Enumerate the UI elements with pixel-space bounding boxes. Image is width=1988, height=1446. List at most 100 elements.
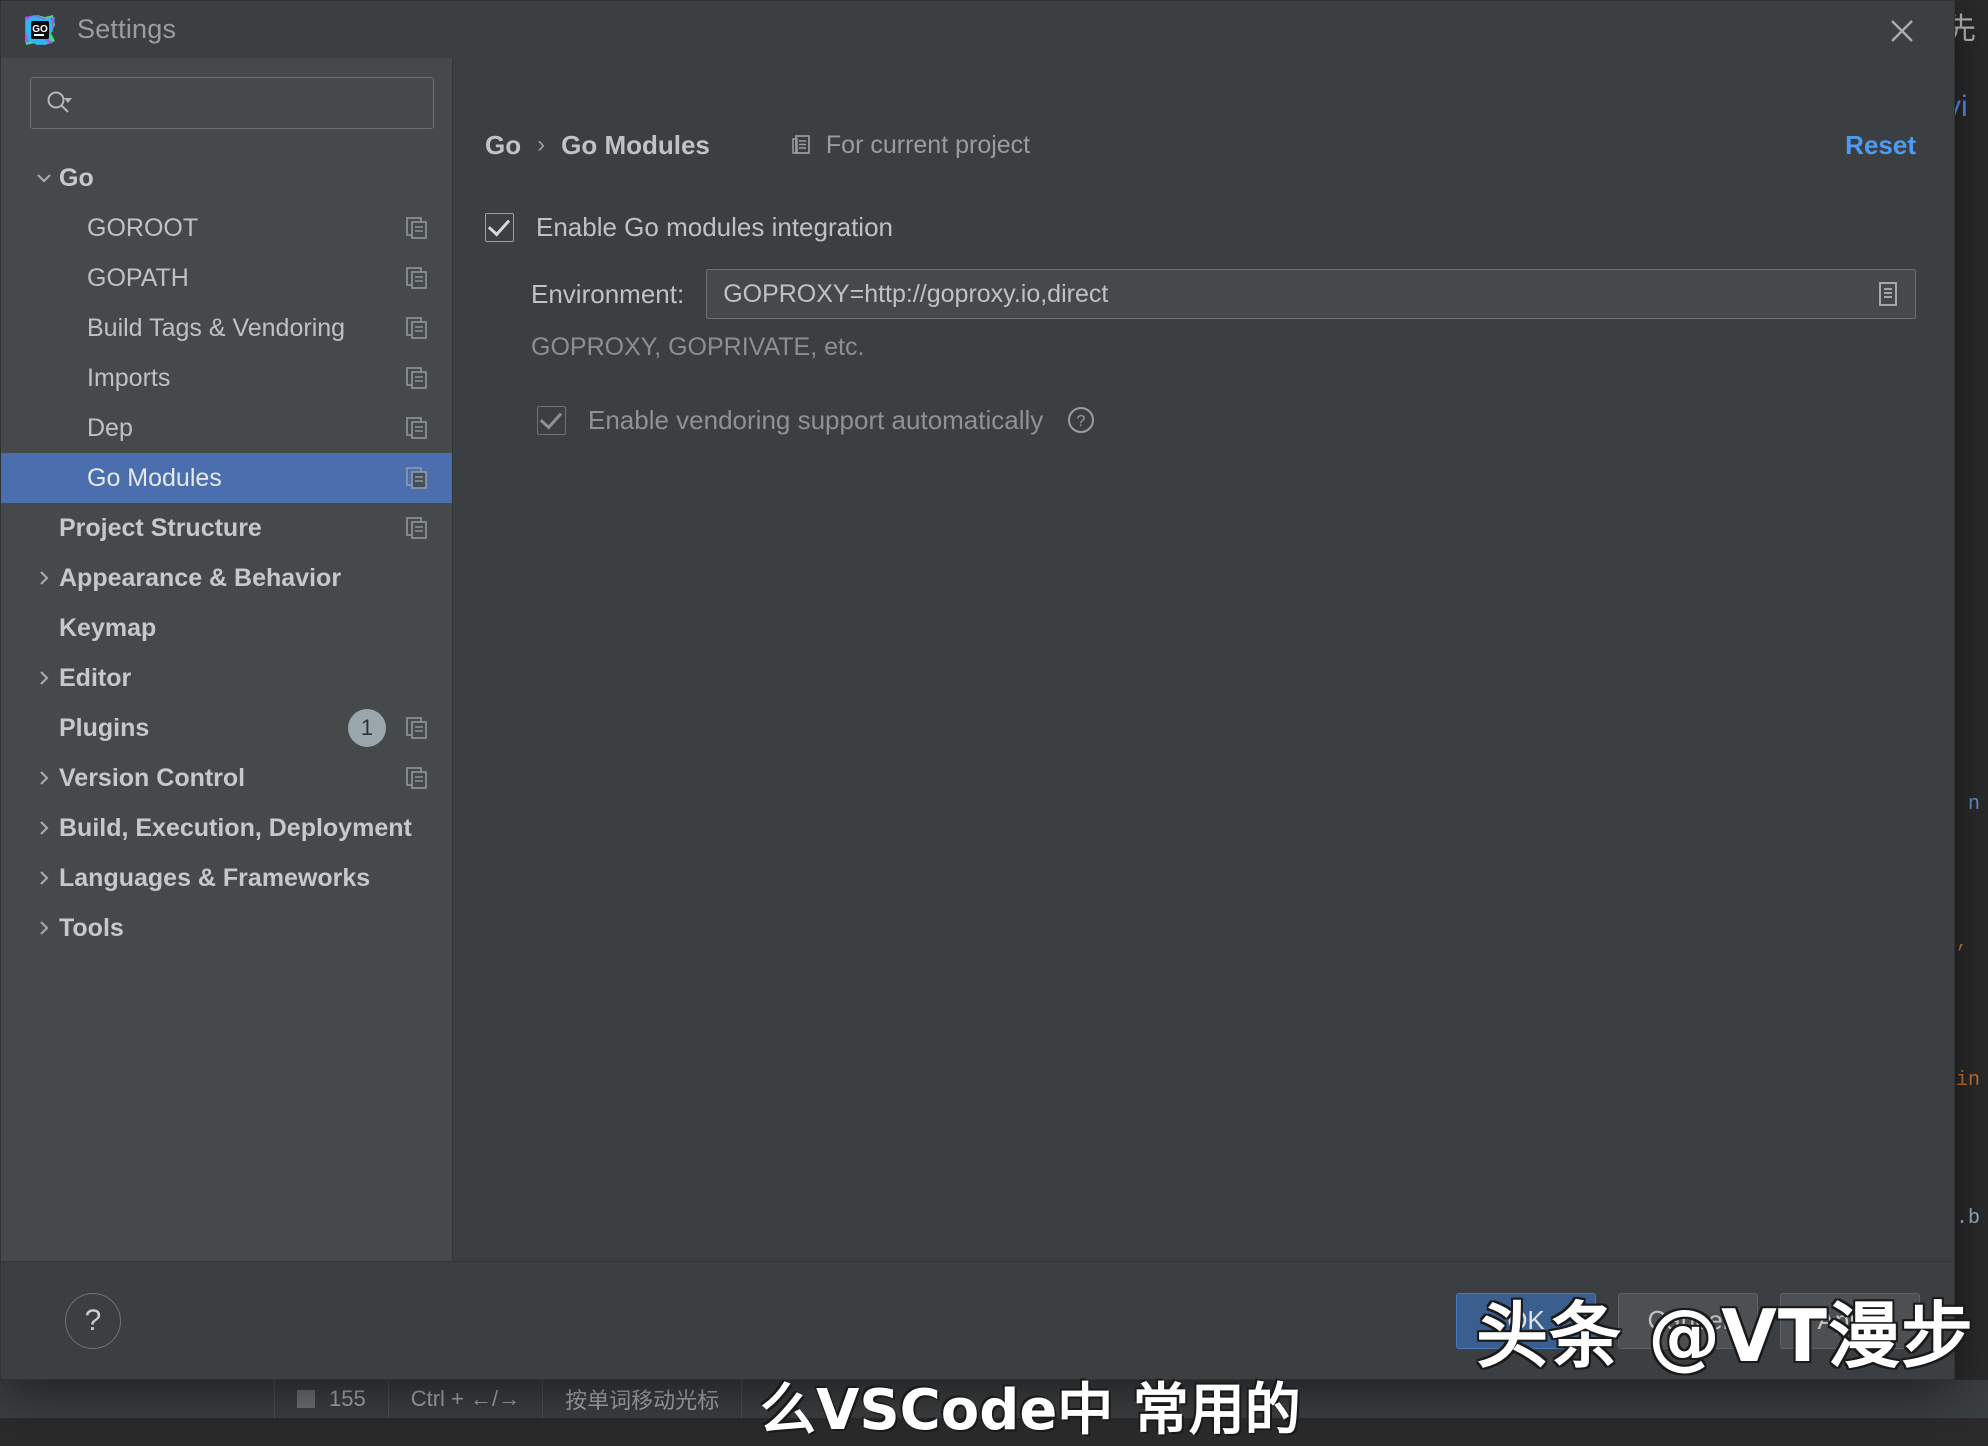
sidebar-item-goroot[interactable]: GOROOT [1, 203, 452, 253]
settings-sidebar: Go GOROOT GOPATH Build Tags & Vendoring Impo… [1, 58, 453, 1261]
environment-row: Environment: [485, 269, 1954, 319]
svg-text:GO: GO [32, 24, 48, 35]
search-box[interactable] [30, 77, 434, 129]
project-scope-text: For current project [826, 131, 1030, 160]
sidebar-item-build-execution-deployment[interactable]: Build, Execution, Deployment [1, 803, 452, 853]
breadcrumb: Go › Go Modules For current project [453, 58, 1954, 168]
copy-settings-icon[interactable] [404, 465, 430, 491]
chevron-right-icon[interactable] [29, 668, 59, 688]
enable-modules-row: Enable Go modules integration [485, 212, 1954, 243]
vendoring-row: Enable vendoring support automatically ? [485, 404, 1954, 436]
dialog-body: Go GOROOT GOPATH Build Tags & Vendoring Impo… [1, 58, 1954, 1261]
sidebar-item-languages-frameworks[interactable]: Languages & Frameworks [1, 853, 452, 903]
sidebar-item-keymap[interactable]: Keymap [1, 603, 452, 653]
search-container [1, 58, 452, 143]
status-bar-left-pad [0, 1380, 275, 1418]
help-circle-icon[interactable]: ? [1065, 404, 1097, 436]
status-description-value: 按单词移动光标 [565, 1383, 719, 1415]
content-scrollbar[interactable] [1938, 58, 1954, 1261]
goland-logo-icon: GO [23, 13, 57, 47]
ok-button[interactable]: OK [1456, 1293, 1596, 1349]
sidebar-item-go-modules[interactable]: Go Modules [1, 453, 452, 503]
status-marker-icon [297, 1390, 315, 1408]
ide-status-bar: 155 Ctrl + ←/→ 按单词移动光标 [0, 1379, 1988, 1418]
status-line-number: 155 [275, 1380, 389, 1418]
settings-tree: Go GOROOT GOPATH Build Tags & Vendoring Impo… [1, 143, 452, 1261]
dialog-title-bar: GO Settings [1, 1, 1954, 58]
settings-form: Enable Go modules integration Environmen… [453, 168, 1954, 436]
chevron-right-icon[interactable] [29, 768, 59, 788]
chevron-right-icon[interactable] [29, 568, 59, 588]
environment-field[interactable] [706, 269, 1916, 319]
sidebar-item-tools[interactable]: Tools [1, 903, 452, 953]
close-icon[interactable] [1882, 11, 1922, 51]
copy-settings-icon[interactable] [404, 515, 430, 541]
sidebar-item-dep[interactable]: Dep [1, 403, 452, 453]
status-description: 按单词移动光标 [543, 1380, 742, 1418]
copy-settings-icon[interactable] [404, 715, 430, 741]
copy-settings-icon[interactable] [404, 415, 430, 441]
sidebar-item-label: GOROOT [87, 214, 198, 243]
sidebar-item-label: GOPATH [87, 264, 189, 293]
project-scope-icon [790, 133, 826, 157]
settings-content: Go › Go Modules For current project [453, 58, 1954, 1261]
sidebar-item-label: Editor [59, 664, 131, 693]
expand-list-icon[interactable] [1871, 277, 1905, 311]
breadcrumb-separator: › [537, 131, 545, 159]
status-shortcut-value: Ctrl + ←/→ [411, 1386, 520, 1412]
status-line-value: 155 [329, 1386, 366, 1412]
project-scope-label: For current project [790, 131, 1030, 160]
reset-link[interactable]: Reset [1845, 130, 1916, 161]
sidebar-item-label: Imports [87, 364, 170, 393]
sidebar-item-label: Appearance & Behavior [59, 564, 341, 593]
chevron-right-icon[interactable] [29, 868, 59, 888]
sidebar-item-label: Build Tags & Vendoring [87, 314, 345, 343]
copy-settings-icon[interactable] [404, 365, 430, 391]
sidebar-item-label: Go [59, 164, 94, 193]
sidebar-item-label: Dep [87, 414, 133, 443]
chevron-right-icon[interactable] [29, 818, 59, 838]
sidebar-item-plugins[interactable]: Plugins 1 [1, 703, 452, 753]
sidebar-item-label: Build, Execution, Deployment [59, 814, 412, 843]
sidebar-item-version-control[interactable]: Version Control [1, 753, 452, 803]
sidebar-item-go[interactable]: Go [1, 153, 452, 203]
svg-text:?: ? [1077, 413, 1086, 430]
sidebar-item-imports[interactable]: Imports [1, 353, 452, 403]
vendoring-label: Enable vendoring support automatically [588, 405, 1043, 436]
sidebar-item-label: Go Modules [87, 464, 222, 493]
breadcrumb-current: Go Modules [561, 130, 710, 161]
copy-settings-icon[interactable] [404, 765, 430, 791]
sidebar-item-label: Project Structure [59, 514, 262, 543]
search-input[interactable] [81, 89, 419, 118]
breadcrumb-root[interactable]: Go [485, 130, 521, 161]
sidebar-item-label: Keymap [59, 614, 156, 643]
status-shortcut: Ctrl + ←/→ [389, 1380, 543, 1418]
environment-input[interactable] [721, 279, 1871, 310]
enable-modules-label: Enable Go modules integration [536, 212, 893, 243]
copy-settings-icon[interactable] [404, 215, 430, 241]
search-icon [45, 89, 73, 117]
settings-dialog: GO Settings [0, 0, 1955, 1380]
vendoring-checkbox[interactable] [537, 406, 566, 435]
sidebar-item-label: Languages & Frameworks [59, 864, 370, 893]
sidebar-item-project-structure[interactable]: Project Structure [1, 503, 452, 553]
dialog-footer: ? OK Cancel Apply [1, 1261, 1954, 1379]
plugins-update-badge: 1 [348, 709, 386, 747]
sidebar-item-label: Version Control [59, 764, 245, 793]
cancel-button[interactable]: Cancel [1618, 1293, 1758, 1349]
sidebar-item-gopath[interactable]: GOPATH [1, 253, 452, 303]
help-button[interactable]: ? [65, 1293, 121, 1349]
copy-settings-icon[interactable] [404, 315, 430, 341]
enable-modules-checkbox[interactable] [485, 213, 514, 242]
dialog-title: Settings [77, 14, 176, 45]
environment-label: Environment: [531, 279, 684, 310]
chevron-right-icon[interactable] [29, 918, 59, 938]
sidebar-item-label: Plugins [59, 714, 149, 743]
sidebar-item-editor[interactable]: Editor [1, 653, 452, 703]
sidebar-item-label: Tools [59, 914, 124, 943]
copy-settings-icon[interactable] [404, 265, 430, 291]
sidebar-item-build-tags-vendoring[interactable]: Build Tags & Vendoring [1, 303, 452, 353]
sidebar-item-appearance-behavior[interactable]: Appearance & Behavior [1, 553, 452, 603]
apply-button[interactable]: Apply [1780, 1293, 1920, 1349]
chevron-down-icon[interactable] [29, 168, 59, 188]
